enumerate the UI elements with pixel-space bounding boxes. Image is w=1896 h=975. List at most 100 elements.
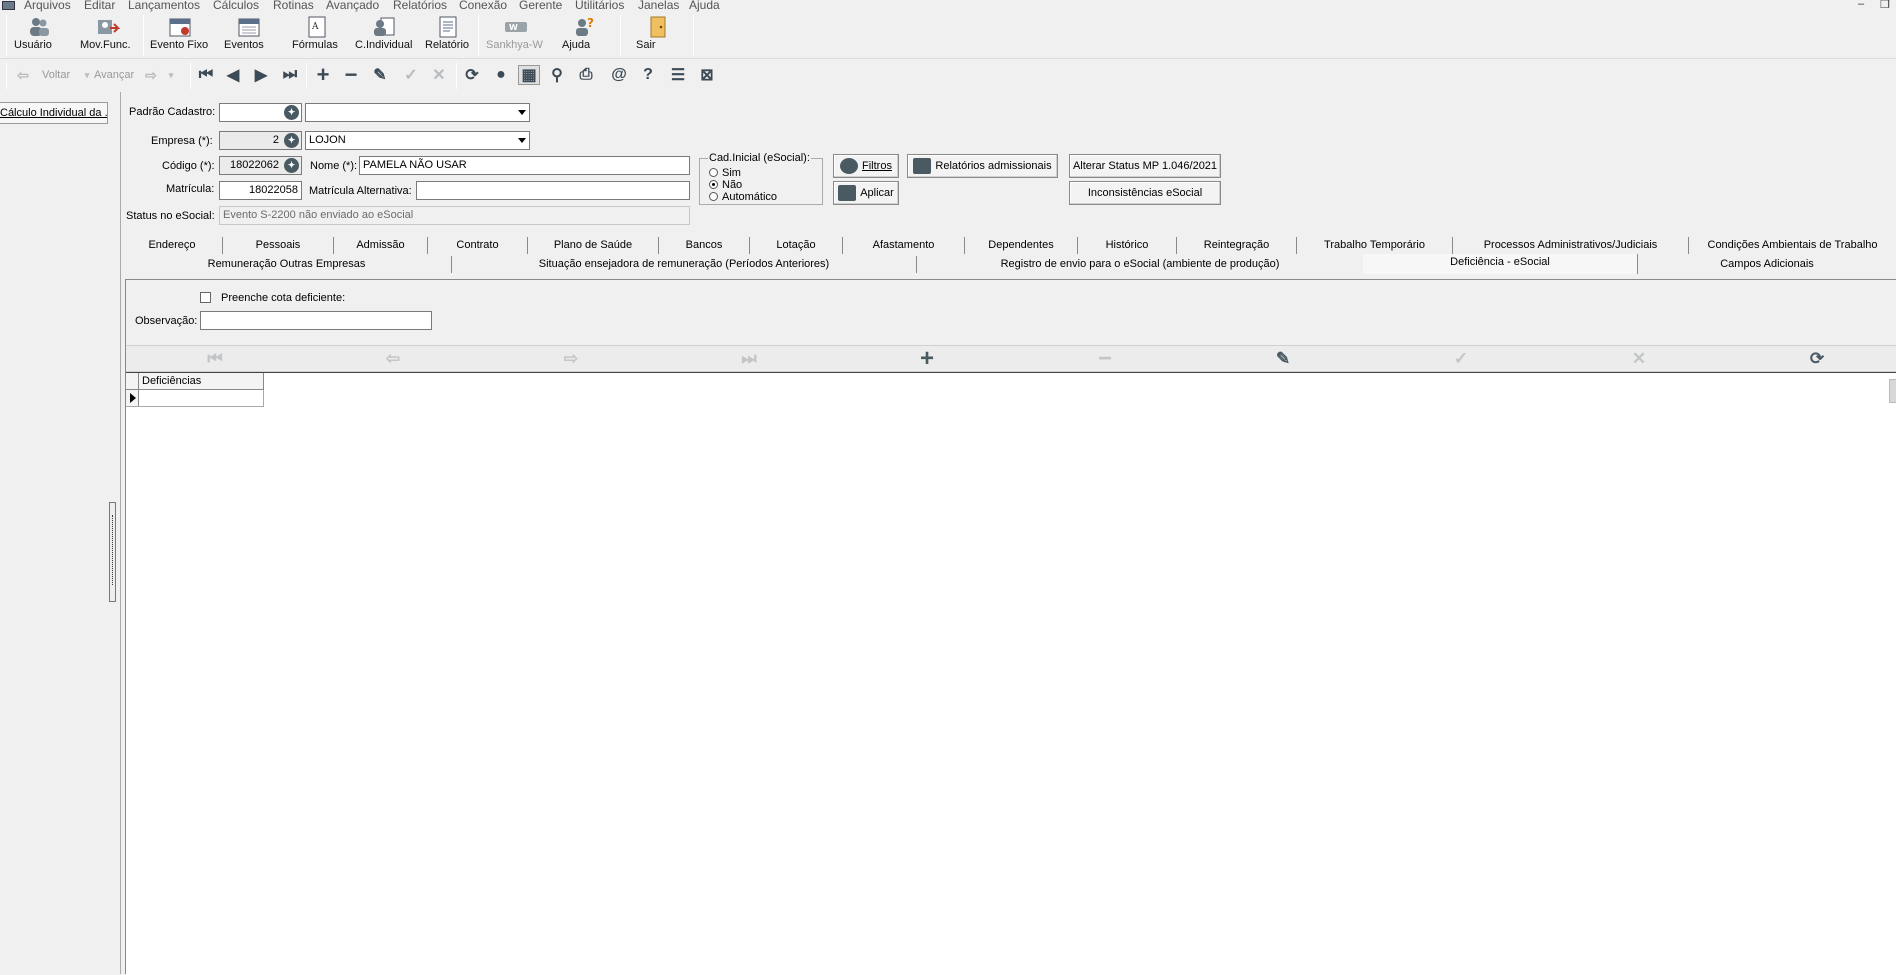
menu-editar[interactable]: Editar bbox=[84, 0, 115, 12]
last-record-icon[interactable]: ⏭ bbox=[279, 65, 301, 85]
tab-afastamento[interactable]: Afastamento bbox=[843, 237, 965, 254]
tab-reintegracao[interactable]: Reintegração bbox=[1177, 237, 1297, 254]
tab-condicoes-ambientais[interactable]: Condições Ambientais de Trabalho bbox=[1689, 237, 1896, 254]
grid-delete-icon[interactable]: − bbox=[1094, 345, 1116, 372]
search-icon[interactable]: ⚲ bbox=[546, 65, 568, 85]
grid-first-icon[interactable]: ⏮ bbox=[204, 349, 226, 368]
lookup-icon[interactable]: ● bbox=[490, 65, 512, 85]
grid-previous-icon[interactable]: ⇦ bbox=[382, 349, 404, 368]
aplicar-button[interactable]: Aplicar bbox=[833, 181, 899, 205]
first-record-icon[interactable]: ⏮ bbox=[195, 65, 217, 85]
formulas-button[interactable]: A Fórmulas bbox=[292, 14, 342, 57]
filtros-button[interactable]: Filtros bbox=[833, 154, 899, 178]
grid-last-icon[interactable]: ⏭ bbox=[738, 349, 760, 368]
eventos-button[interactable]: Eventos bbox=[224, 14, 274, 57]
back-button[interactable]: Voltar bbox=[42, 69, 70, 81]
tab-trabalho-temporario[interactable]: Trabalho Temporário bbox=[1297, 237, 1453, 254]
forward-arrow-icon[interactable]: ⇨ bbox=[140, 65, 162, 85]
tab-historico[interactable]: Histórico bbox=[1078, 237, 1177, 254]
tab-lotacao[interactable]: Lotação bbox=[750, 237, 843, 254]
tab-remuneracao-outras-empresas[interactable]: Remuneração Outras Empresas bbox=[122, 256, 452, 273]
menu-relatorios[interactable]: Relatórios bbox=[393, 0, 447, 12]
menu-lancamentos[interactable]: Lançamentos bbox=[128, 0, 200, 12]
menu-gerente[interactable]: Gerente bbox=[519, 0, 562, 12]
radio-sim[interactable]: Sim bbox=[709, 167, 741, 179]
email-icon[interactable]: @ bbox=[608, 65, 630, 85]
help-icon[interactable]: ? bbox=[637, 65, 659, 85]
print-icon[interactable]: ⎙ bbox=[575, 65, 597, 85]
restore-button[interactable]: ❐ bbox=[1880, 0, 1890, 11]
evento-fixo-button[interactable]: Evento Fixo bbox=[150, 14, 210, 57]
radio-nao[interactable]: Não bbox=[709, 179, 742, 191]
padrao-cadastro-select[interactable] bbox=[305, 103, 530, 122]
tab-admissao[interactable]: Admissão bbox=[334, 237, 428, 254]
tab-endereco[interactable]: Endereço bbox=[122, 237, 223, 254]
menu-arquivos[interactable]: Arquivos bbox=[24, 0, 71, 12]
nome-field[interactable]: PAMELA NÃO USAR bbox=[359, 156, 690, 175]
confirm-icon[interactable]: ✓ bbox=[400, 65, 422, 85]
empresa-lookup-icon[interactable]: ✦ bbox=[284, 133, 299, 148]
relatorio-button[interactable]: Relatório bbox=[425, 14, 471, 57]
refresh-icon[interactable]: ⟳ bbox=[461, 65, 483, 85]
previous-record-icon[interactable]: ◀ bbox=[222, 65, 244, 85]
sankhya-w-button[interactable]: W Sankhya-W bbox=[486, 14, 546, 57]
menu-utilitarios[interactable]: Utilitários bbox=[575, 0, 624, 12]
app-icon[interactable] bbox=[2, 1, 15, 10]
remove-record-icon[interactable]: − bbox=[340, 62, 362, 87]
tab-bancos[interactable]: Bancos bbox=[659, 237, 750, 254]
menu-janelas[interactable]: Janelas bbox=[638, 0, 679, 12]
forward-button[interactable]: Avançar bbox=[94, 69, 134, 81]
tab-plano-de-saude[interactable]: Plano de Saúde bbox=[528, 237, 659, 254]
table-row[interactable] bbox=[126, 390, 264, 407]
next-record-icon[interactable]: ▶ bbox=[250, 65, 272, 85]
codigo-lookup-icon[interactable]: ✦ bbox=[284, 158, 299, 173]
menu-conexao[interactable]: Conexão bbox=[459, 0, 507, 12]
tab-pessoais[interactable]: Pessoais bbox=[223, 237, 334, 254]
empresa-select[interactable]: LOJON bbox=[305, 131, 530, 150]
forward-dropdown-icon[interactable]: ▾ bbox=[160, 65, 182, 85]
tab-deficiencia-esocial[interactable]: Deficiência - eSocial bbox=[1363, 254, 1638, 274]
menu-calculos[interactable]: Cálculos bbox=[213, 0, 259, 12]
grid-edit-icon[interactable]: ✎ bbox=[1272, 349, 1294, 368]
padrao-lookup-icon[interactable]: ✦ bbox=[284, 105, 299, 120]
cancel-icon[interactable]: ✕ bbox=[428, 65, 450, 85]
back-arrow-icon[interactable]: ⇦ bbox=[12, 65, 34, 85]
grid-scrollbar[interactable] bbox=[1889, 379, 1896, 403]
usuario-button[interactable]: Usuário bbox=[14, 14, 64, 57]
mov-func-button[interactable]: Mov.Func. bbox=[80, 14, 136, 57]
grid-add-icon[interactable]: + bbox=[916, 345, 938, 372]
tab-contrato[interactable]: Contrato bbox=[428, 237, 528, 254]
export-excel-icon[interactable]: ⊠ bbox=[696, 65, 718, 85]
grid-view-icon[interactable]: ▦ bbox=[518, 65, 540, 85]
relatorios-admissionais-button[interactable]: Relatórios admissionais bbox=[907, 154, 1058, 178]
tab-processos-administrativos[interactable]: Processos Administrativos/Judiciais bbox=[1453, 237, 1689, 254]
filter-text-icon[interactable]: ☰ bbox=[667, 65, 689, 85]
sair-button[interactable]: Sair bbox=[636, 14, 680, 57]
preenche-cota-checkbox[interactable] bbox=[200, 292, 211, 303]
tab-calculo-individual[interactable]: Cálculo Individual da ... bbox=[0, 102, 108, 124]
tab-campos-adicionais[interactable]: Campos Adicionais bbox=[1638, 256, 1896, 273]
grid-refresh-icon[interactable]: ⟳ bbox=[1806, 349, 1828, 368]
matricula-alternativa-field[interactable] bbox=[416, 181, 690, 200]
grid-next-icon[interactable]: ⇨ bbox=[560, 349, 582, 368]
tab-situacao-ensejadora[interactable]: Situação ensejadora de remuneração (Perí… bbox=[452, 256, 917, 273]
c-individual-button[interactable]: C.Individual bbox=[355, 14, 413, 57]
grid-cancel-icon[interactable]: ✕ bbox=[1628, 349, 1650, 368]
grid-column-deficiencias[interactable]: Deficiências bbox=[142, 375, 201, 387]
tab-registro-envio-esocial[interactable]: Registro de envio para o eSocial (ambien… bbox=[917, 256, 1363, 273]
grid-confirm-icon[interactable]: ✓ bbox=[1450, 349, 1472, 368]
minimize-button[interactable]: – bbox=[1858, 0, 1864, 10]
tab-dependentes[interactable]: Dependentes bbox=[965, 237, 1078, 254]
menu-avancado[interactable]: Avançado bbox=[326, 0, 379, 12]
menu-ajuda[interactable]: Ajuda bbox=[689, 0, 720, 12]
menu-rotinas[interactable]: Rotinas bbox=[273, 0, 314, 12]
ajuda-button[interactable]: ? Ajuda bbox=[562, 14, 608, 57]
edit-record-icon[interactable]: ✎ bbox=[369, 65, 391, 85]
radio-automatico[interactable]: Automático bbox=[709, 191, 777, 203]
alterar-status-button[interactable]: Alterar Status MP 1.046/2021 bbox=[1069, 154, 1221, 178]
observacao-field[interactable] bbox=[200, 311, 432, 330]
splitter-handle[interactable] bbox=[109, 502, 116, 602]
inconsistencias-button[interactable]: Inconsistências eSocial bbox=[1069, 181, 1221, 205]
matricula-field[interactable]: 18022058 bbox=[219, 181, 302, 200]
add-record-icon[interactable]: + bbox=[312, 62, 334, 87]
